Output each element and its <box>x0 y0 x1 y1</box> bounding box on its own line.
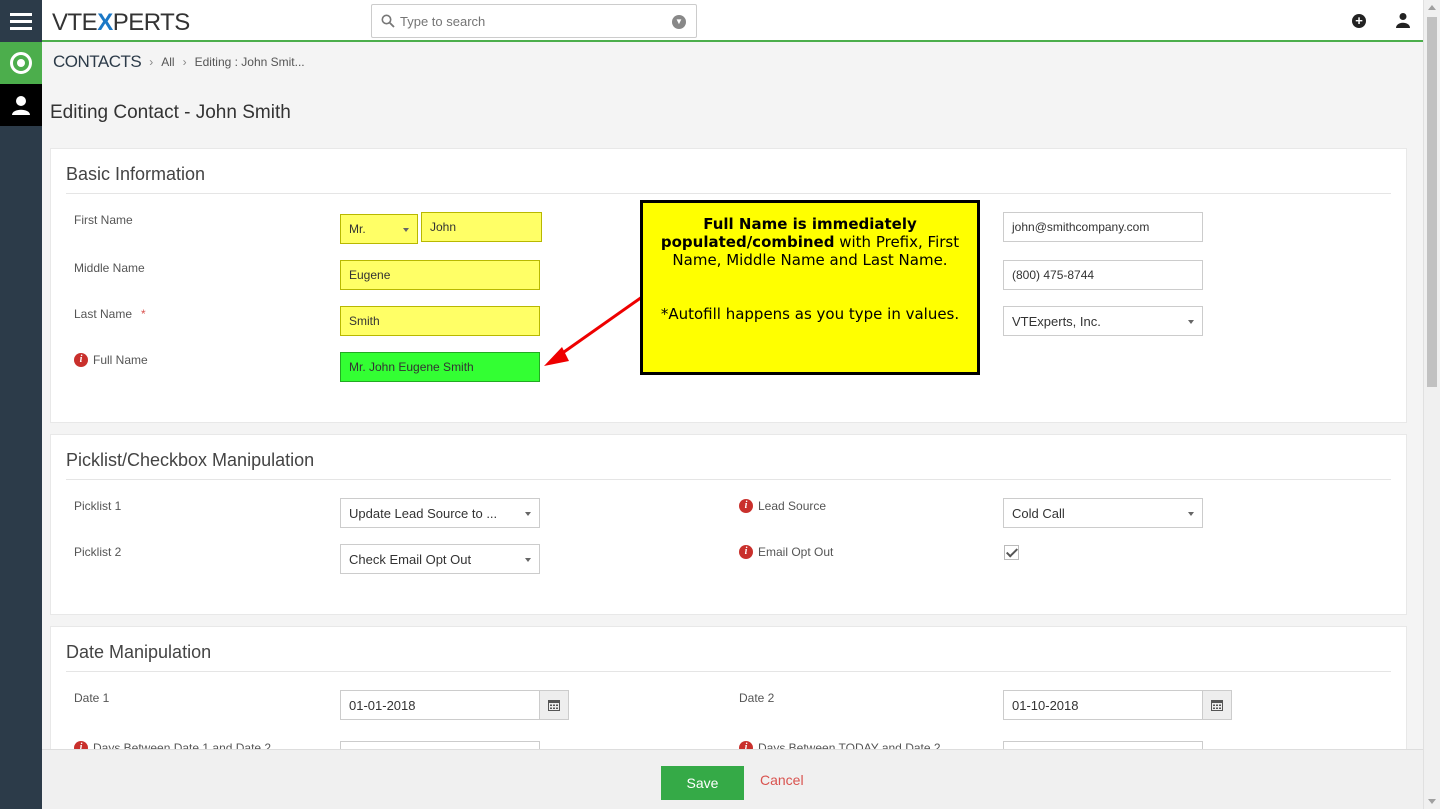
info-icon: i <box>739 499 753 513</box>
breadcrumb-module[interactable]: CONTACTS <box>53 52 142 72</box>
date2-input[interactable]: 01-10-2018 <box>1003 690 1203 720</box>
callout-arrow <box>544 295 643 366</box>
picklist1-select[interactable]: Update Lead Source to ... <box>340 498 540 528</box>
user-menu-icon[interactable] <box>1396 12 1410 31</box>
block-title: Date Manipulation <box>66 642 212 662</box>
picklist1-label: Picklist 1 <box>74 499 122 513</box>
lead-source-select[interactable]: Cold Call <box>1003 498 1203 528</box>
global-search: ▼ <box>371 4 697 38</box>
date1-label: Date 1 <box>74 691 110 705</box>
breadcrumb: CONTACTS › All › Editing : John Smit... <box>53 52 305 72</box>
first-name-label: First Name <box>74 213 133 227</box>
menu-icon[interactable] <box>0 0 42 42</box>
full-name-label: i Full Name <box>74 353 148 367</box>
calendar-icon[interactable] <box>1202 690 1232 720</box>
date1-input[interactable]: 01-01-2018 <box>340 690 540 720</box>
middle-name-label: Middle Name <box>74 261 145 275</box>
block-title: Basic Information <box>66 164 206 184</box>
chevron-right-icon: › <box>149 55 154 69</box>
date-manipulation-block: Date Manipulation Date 1 01-01-2018 Date… <box>50 626 1407 771</box>
search-options-icon[interactable]: ▼ <box>672 15 686 29</box>
info-icon: i <box>74 353 88 367</box>
app-sidebar <box>0 0 42 809</box>
top-header: VTEXPERTS ▼ + <box>42 0 1423 42</box>
picklist2-label: Picklist 2 <box>74 545 122 559</box>
brand-logo[interactable]: VTEXPERTS <box>52 9 190 37</box>
block-title: Picklist/Checkbox Manipulation <box>66 450 315 470</box>
last-name-label: Last Name * <box>74 307 146 321</box>
breadcrumb-current: Editing : John Smit... <box>194 55 305 69</box>
contacts-module-icon[interactable] <box>0 84 42 126</box>
middle-name-input[interactable]: Eugene <box>340 260 540 290</box>
email-input[interactable]: john@smithcompany.com <box>1003 212 1203 242</box>
quick-create-icon[interactable]: + <box>1352 14 1366 28</box>
page-title: Editing Contact - John Smith <box>50 102 291 123</box>
salutation-select[interactable]: Mr. <box>340 214 418 244</box>
info-icon: i <box>739 545 753 559</box>
last-name-input[interactable]: Smith <box>340 306 540 336</box>
date2-label: Date 2 <box>739 691 775 705</box>
email-opt-out-checkbox[interactable] <box>1004 545 1019 560</box>
calendar-icon[interactable] <box>539 690 569 720</box>
chevron-right-icon: › <box>182 55 187 69</box>
cancel-link[interactable]: Cancel <box>760 772 804 788</box>
picklist2-select[interactable]: Check Email Opt Out <box>340 544 540 574</box>
breadcrumb-all[interactable]: All <box>161 55 174 69</box>
page-scrollbar[interactable] <box>1423 0 1440 809</box>
lead-source-label: i Lead Source <box>739 499 826 513</box>
search-icon <box>381 14 395 28</box>
full-name-input[interactable]: Mr. John Eugene Smith <box>340 352 540 382</box>
annotation-callout: Full Name is immediately populated/combi… <box>640 200 980 375</box>
organization-select[interactable]: VTExperts, Inc. <box>1003 306 1203 336</box>
search-input[interactable] <box>400 11 660 31</box>
target-icon[interactable] <box>0 42 42 84</box>
picklist-checkbox-block: Picklist/Checkbox Manipulation Picklist … <box>50 434 1407 615</box>
first-name-input[interactable]: John <box>421 212 542 242</box>
save-button[interactable]: Save <box>661 766 744 800</box>
form-footer: Save Cancel <box>42 749 1423 809</box>
phone-input[interactable]: (800) 475-8744 <box>1003 260 1203 290</box>
email-opt-out-label: i Email Opt Out <box>739 545 833 559</box>
